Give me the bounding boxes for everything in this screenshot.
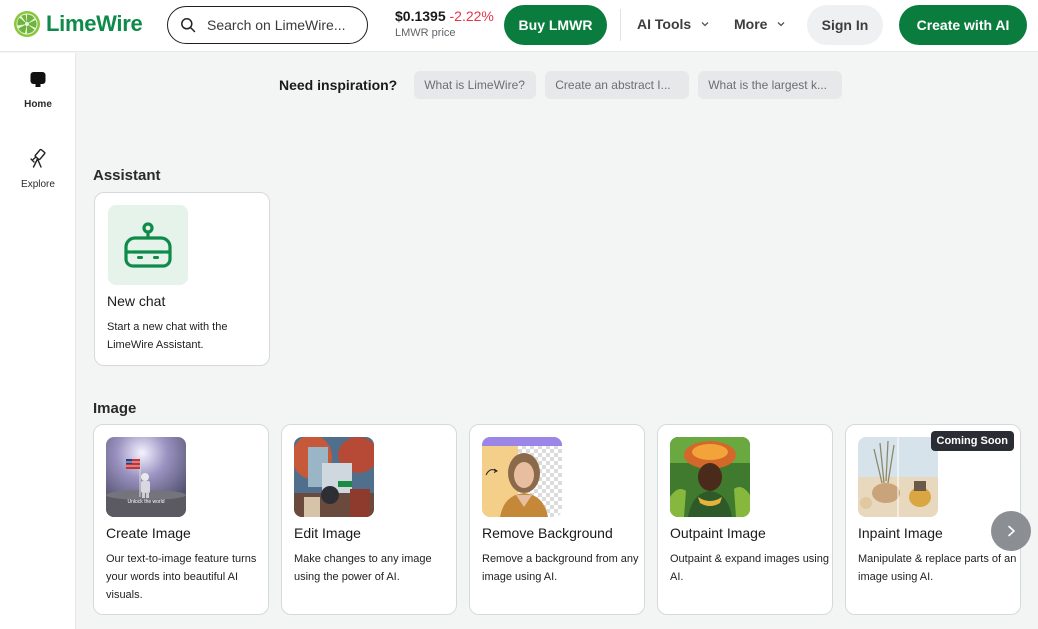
edit-collage-image [294, 437, 374, 517]
nav-more-label: More [734, 16, 768, 32]
outpaint-image-thumb [670, 437, 750, 517]
inspiration-chip[interactable]: What is the largest k... [698, 71, 843, 99]
nav-ai-tools-label: AI Tools [637, 16, 692, 32]
section-title-assistant: Assistant [93, 167, 161, 184]
card-description: Manipulate & replace parts of an image u… [858, 553, 1017, 583]
card-description: Start a new chat with the LimeWire Assis… [107, 321, 228, 351]
chevron-right-icon [1008, 525, 1015, 537]
buy-lmwr-button[interactable]: Buy LMWR [504, 5, 607, 45]
lime-logo-icon [14, 11, 40, 37]
inspiration-label: Need inspiration? [279, 77, 398, 93]
create-with-ai-button[interactable]: Create with AI [899, 5, 1027, 45]
sidebar-item-home[interactable]: Home [0, 70, 76, 110]
sidebar-item-label: Home [24, 99, 52, 110]
nav-more[interactable]: More [734, 16, 786, 32]
inspiration-chip[interactable]: Create an abstract I... [545, 71, 690, 99]
remove-background-card[interactable]: Remove Background Remove a background fr… [469, 424, 645, 615]
card-title: Outpaint Image [670, 525, 766, 541]
logo[interactable]: LimeWire [13, 10, 143, 38]
robot-thumb [108, 205, 188, 285]
sidebar-item-explore[interactable]: Explore [0, 148, 76, 190]
edit-image-thumb [294, 437, 374, 517]
telescope-icon [30, 148, 46, 168]
sign-in-button[interactable]: Sign In [807, 5, 883, 45]
card-title: Edit Image [294, 525, 361, 541]
inspiration-bar: Need inspiration? What is LimeWire? Crea… [279, 71, 851, 99]
inpaint-image-thumb [858, 437, 938, 517]
carousel-next-button[interactable] [991, 511, 1031, 551]
chevron-down-icon [777, 22, 785, 27]
logo-text: LimeWire [46, 11, 143, 36]
beach-scene-image [858, 437, 938, 517]
price-value: $0.1395 [395, 8, 446, 24]
card-description: Remove a background from any image using… [482, 553, 639, 583]
remove-background-thumb [482, 437, 562, 517]
search-box[interactable] [167, 6, 368, 44]
card-description: Make changes to any image using the powe… [294, 553, 432, 583]
price-ticker: $0.1395 -2.22% LMWR price [395, 8, 494, 39]
chevron-down-icon [701, 22, 709, 27]
card-title: Create Image [106, 525, 191, 541]
header-divider [620, 9, 621, 41]
home-icon [30, 72, 46, 87]
edit-image-card[interactable]: Edit Image Make changes to any image usi… [281, 424, 457, 615]
section-title-image: Image [93, 400, 137, 417]
robot-icon [124, 222, 172, 268]
woman-portrait-image [482, 437, 562, 517]
price-label: LMWR price [395, 27, 456, 39]
outpaint-image-card[interactable]: Outpaint Image Outpaint & expand images … [657, 424, 833, 615]
inspiration-chip[interactable]: What is LimeWire? [414, 71, 537, 99]
create-image-card[interactable]: Unlock the world Create Image Our text-t… [93, 424, 269, 615]
warrior-portrait-image [670, 437, 750, 517]
create-image-thumb: Unlock the world [106, 437, 186, 517]
price-line: $0.1395 -2.22% [395, 8, 494, 24]
card-title: Remove Background [482, 525, 613, 541]
price-change: -2.22% [449, 8, 494, 24]
search-icon [181, 18, 196, 33]
thumb-caption: Unlock the world [127, 499, 165, 505]
astronaut-flag-image [106, 437, 186, 517]
card-description: Outpaint & expand images using AI. [670, 553, 829, 583]
sidebar-item-label: Explore [21, 179, 55, 190]
top-header: LimeWire $0.1395 -2.22% LMWR price Buy L… [0, 0, 1038, 52]
search-input[interactable] [207, 17, 357, 33]
card-title: New chat [107, 293, 166, 309]
nav-ai-tools[interactable]: AI Tools [637, 16, 710, 32]
card-title: Inpaint Image [858, 525, 943, 541]
sidebar: Home Explore [0, 53, 76, 629]
card-description: Our text-to-image feature turns your wor… [106, 553, 257, 601]
coming-soon-badge: Coming Soon [930, 431, 1014, 451]
new-chat-card[interactable]: New chat Start a new chat with the LimeW… [94, 192, 270, 366]
